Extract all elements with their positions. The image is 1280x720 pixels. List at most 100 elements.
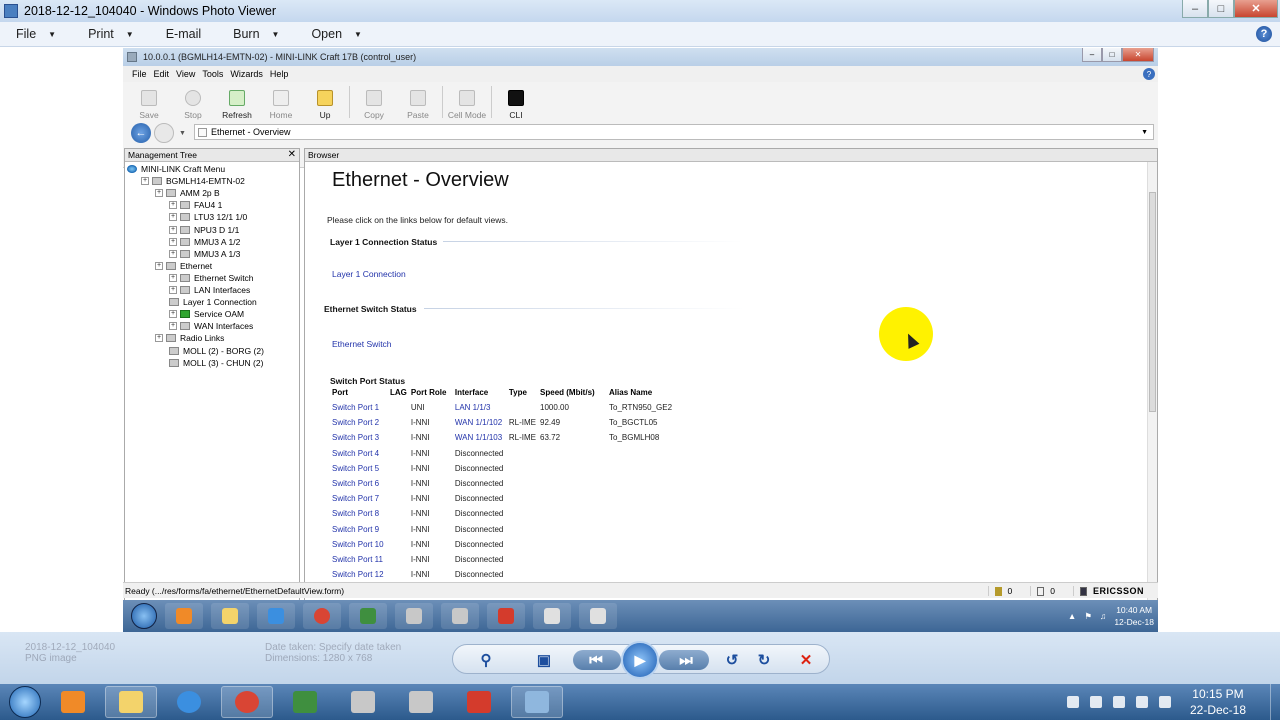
layer1-connection-link[interactable]: Layer 1 Connection <box>332 269 406 279</box>
task-explorer[interactable] <box>105 686 157 718</box>
expand-icon[interactable]: + <box>169 273 177 282</box>
slideshow-button[interactable]: ▶ <box>621 641 659 679</box>
up-button[interactable]: Up <box>303 84 347 120</box>
back-button[interactable]: ← <box>131 123 151 143</box>
table-cell[interactable]: Switch Port 9 <box>332 522 390 537</box>
tree-item[interactable]: + Ethernet Switch <box>169 272 254 284</box>
cli-button[interactable]: CLI <box>494 84 538 120</box>
task-chrome[interactable] <box>221 686 273 718</box>
tree-item[interactable]: + WAN Interfaces <box>169 320 253 332</box>
table-cell[interactable]: Switch Port 7 <box>332 491 390 506</box>
address-field[interactable]: Ethernet - Overview ▼ <box>194 124 1154 140</box>
tree-item[interactable]: + MMU3 A 1/3 <box>169 248 240 260</box>
usb-icon[interactable] <box>1066 696 1079 708</box>
table-cell[interactable]: LAN 1/1/3 <box>455 400 509 415</box>
expand-icon[interactable]: + <box>155 334 163 343</box>
tree-item[interactable]: + LAN Interfaces <box>169 284 250 296</box>
scrollbar-thumb[interactable] <box>1149 192 1156 412</box>
expand-icon[interactable]: + <box>169 249 177 258</box>
table-cell[interactable]: Switch Port 1 <box>332 400 390 415</box>
expand-icon[interactable]: + <box>169 310 177 319</box>
table-cell[interactable]: Switch Port 6 <box>332 476 390 491</box>
table-cell[interactable]: Switch Port 3 <box>332 430 390 445</box>
expand-icon[interactable]: + <box>155 261 163 270</box>
table-cell[interactable]: Switch Port 12 <box>332 567 390 582</box>
table-cell[interactable]: WAN 1/1/103 <box>455 430 509 445</box>
expand-icon[interactable]: + <box>155 189 163 198</box>
close-button[interactable]: ✕ <box>1234 0 1278 18</box>
task-network-tool[interactable] <box>279 686 331 718</box>
start-button[interactable] <box>9 686 41 718</box>
tree-item[interactable]: + Ethernet <box>155 260 212 272</box>
close-icon[interactable]: ✕ <box>288 149 296 160</box>
help-icon[interactable]: ? <box>1256 26 1272 42</box>
minilink-close-button[interactable]: ✕ <box>1122 48 1154 62</box>
ml-menu-help[interactable]: Help <box>270 69 289 79</box>
stop-button[interactable]: Stop <box>171 84 215 120</box>
maximize-button[interactable]: □ <box>1208 0 1234 18</box>
rotate-right-button[interactable]: ↻ <box>753 649 775 671</box>
history-dropdown-icon[interactable]: ▼ <box>179 130 186 137</box>
show-desktop-button[interactable] <box>1270 684 1280 720</box>
expand-icon[interactable]: + <box>169 237 177 246</box>
delete-button[interactable]: ✕ <box>795 649 817 671</box>
task-acrobat[interactable] <box>453 686 505 718</box>
network-icon[interactable] <box>1135 696 1148 708</box>
table-cell[interactable]: Switch Port 10 <box>332 537 390 552</box>
tree-item[interactable]: + LTU3 12/1 1/0 <box>169 211 247 223</box>
tree-item[interactable]: MINI-LINK Craft Menu <box>127 163 225 175</box>
ml-menu-file[interactable]: File <box>132 69 147 79</box>
system-clock[interactable]: 10:15 PM 22-Dec-18 <box>1190 686 1246 718</box>
task-media-player[interactable] <box>47 686 99 718</box>
tree-item[interactable]: MOLL (3) - CHUN (2) <box>169 357 263 369</box>
table-cell[interactable]: Switch Port 5 <box>332 461 390 476</box>
tree-item[interactable]: + AMM 2p B <box>155 187 220 199</box>
menu-file[interactable]: File ▼ <box>0 27 72 41</box>
tree-item[interactable]: + Radio Links <box>155 332 224 344</box>
tree-item[interactable]: + Service OAM <box>169 308 244 320</box>
minilink-minimize-button[interactable]: – <box>1082 48 1102 62</box>
flag-icon[interactable] <box>1112 696 1125 708</box>
tree-item[interactable]: + BGMLH14-EMTN-02 <box>141 175 245 187</box>
monitor-icon[interactable] <box>1089 696 1102 708</box>
previous-button[interactable]: ⏮ <box>585 649 607 671</box>
tree-item[interactable]: + FAU4 1 <box>169 199 222 211</box>
table-cell[interactable]: Switch Port 11 <box>332 552 390 567</box>
forward-button[interactable] <box>154 123 174 143</box>
task-photo-viewer[interactable] <box>511 686 563 718</box>
table-cell[interactable]: WAN 1/1/102 <box>455 415 509 430</box>
ml-help-icon[interactable]: ? <box>1143 68 1155 80</box>
expand-icon[interactable]: + <box>169 201 177 210</box>
expand-icon[interactable]: + <box>169 286 177 294</box>
next-button[interactable]: ⏭ <box>675 649 697 671</box>
tree-item[interactable]: + MMU3 A 1/2 <box>169 236 240 248</box>
minimize-button[interactable]: – <box>1182 0 1208 18</box>
ml-menu-wizards[interactable]: Wizards <box>230 69 263 79</box>
tree-item[interactable]: Layer 1 Connection <box>169 296 257 308</box>
expand-icon[interactable]: + <box>169 225 177 234</box>
ethernet-switch-link[interactable]: Ethernet Switch <box>332 339 392 349</box>
expand-icon[interactable]: + <box>141 177 149 186</box>
refresh-button[interactable]: Refresh <box>215 84 259 120</box>
menu-burn[interactable]: Burn ▼ <box>217 27 295 41</box>
menu-open[interactable]: Open ▼ <box>295 27 378 41</box>
actual-size-button[interactable]: ▣ <box>533 649 555 671</box>
ml-menu-tools[interactable]: Tools <box>202 69 223 79</box>
cell-mode-button[interactable]: Cell Mode <box>445 84 489 120</box>
table-cell[interactable]: Switch Port 2 <box>332 415 390 430</box>
tree-item[interactable]: + NPU3 D 1/1 <box>169 224 239 236</box>
task-app1[interactable] <box>337 686 389 718</box>
table-cell[interactable]: Switch Port 4 <box>332 446 390 461</box>
task-ie[interactable] <box>163 686 215 718</box>
browser-scrollbar[interactable] <box>1147 162 1157 627</box>
expand-icon[interactable]: + <box>169 322 177 331</box>
save-button[interactable]: Save <box>127 84 171 120</box>
copy-button[interactable]: Copy <box>352 84 396 120</box>
rotate-left-button[interactable]: ↺ <box>721 649 743 671</box>
paste-button[interactable]: Paste <box>396 84 440 120</box>
tree-item[interactable]: MOLL (2) - BORG (2) <box>169 345 264 357</box>
ml-menu-view[interactable]: View <box>176 69 195 79</box>
ml-menu-edit[interactable]: Edit <box>154 69 170 79</box>
chevron-down-icon[interactable]: ▼ <box>1141 129 1148 136</box>
table-cell[interactable]: Switch Port 8 <box>332 506 390 521</box>
